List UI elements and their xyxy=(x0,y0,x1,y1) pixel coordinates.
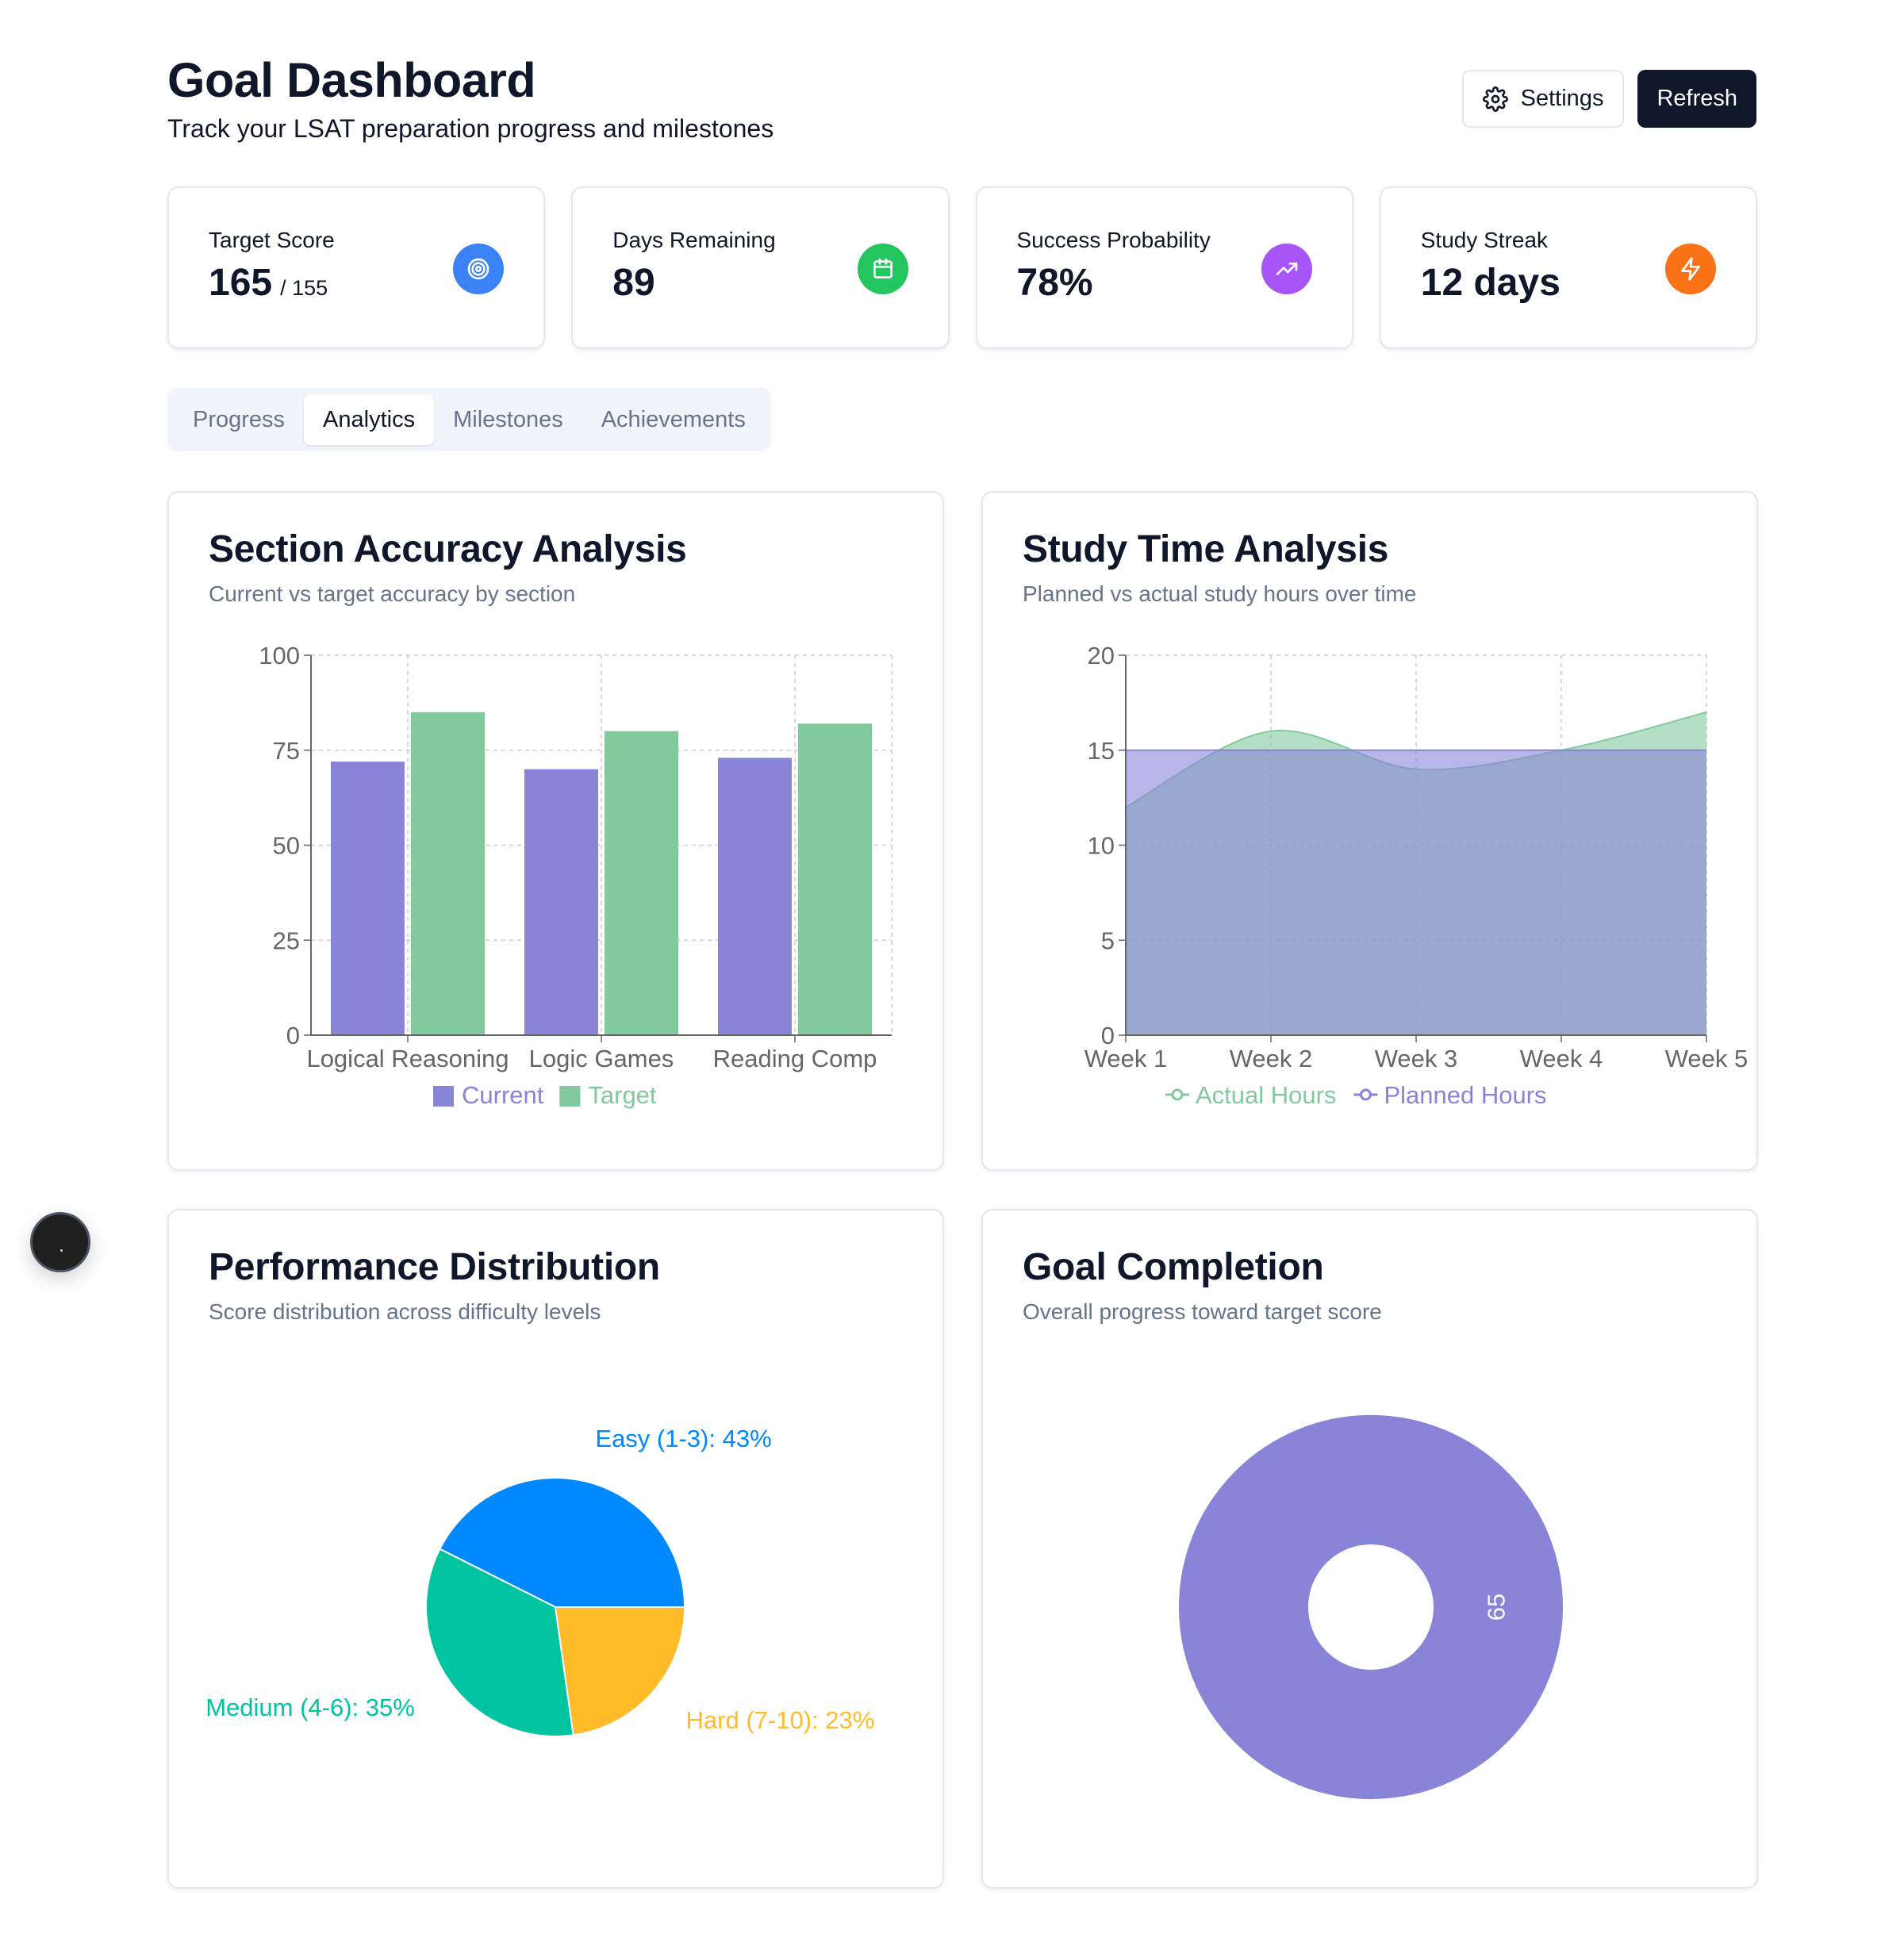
page-header: Goal Dashboard Track your LSAT preparati… xyxy=(167,49,774,144)
legend-dot-icon xyxy=(1359,1088,1372,1101)
y-tick-label: 100 xyxy=(259,642,300,669)
legend-label-actual-hours: Actual Hours xyxy=(1196,1081,1336,1109)
trending-up-icon xyxy=(1261,244,1312,294)
performance-distribution-panel: Performance Distribution Score distribut… xyxy=(167,1209,944,1889)
y-tick-label: 20 xyxy=(1088,642,1115,669)
legend-dot-icon xyxy=(1171,1088,1184,1101)
gear-icon xyxy=(1482,86,1508,112)
study-time-area-chart: 05101520Week 1 Week 2 Week 3 Week 4 Week 5Ac… xyxy=(1084,642,1749,1109)
y-tick-label: 50 xyxy=(273,832,300,860)
pie-slice-label: Medium (4-6): 35% xyxy=(205,1694,415,1721)
y-tick-label: 10 xyxy=(1088,832,1115,860)
stat-cards: Target Score 165/ 155 Days Remaining 89 … xyxy=(167,186,1757,349)
refresh-button[interactable]: Refresh xyxy=(1637,70,1756,128)
calendar-icon xyxy=(857,244,908,294)
floating-action-button[interactable] xyxy=(30,1212,90,1272)
goal-completion-panel: Goal Completion Overall progress toward … xyxy=(981,1209,1758,1889)
y-tick-label: 5 xyxy=(1101,926,1115,954)
x-tick-label: Reading Comp xyxy=(713,1045,877,1072)
pie-slice-label: Easy (1-3): 43% xyxy=(595,1425,771,1452)
y-tick-label: 75 xyxy=(273,737,300,765)
x-tick-label: Week 5 xyxy=(1665,1045,1749,1072)
tab-achievements[interactable]: Achievements xyxy=(582,394,765,445)
bar-target xyxy=(798,723,872,1035)
section-accuracy-bar-chart: Logical Reasoning Logic Games Reading Comp… xyxy=(259,642,892,1109)
pie-slice-label: Hard (7-10): 23% xyxy=(686,1706,875,1734)
bar-current xyxy=(524,769,598,1035)
legend-swatch-current xyxy=(433,1086,454,1107)
bar-current xyxy=(331,762,405,1035)
stat-card-days-remaining: Days Remaining 89 xyxy=(571,186,950,349)
tab-milestones[interactable]: Milestones xyxy=(434,394,582,445)
legend-swatch-target xyxy=(559,1086,581,1107)
target-icon xyxy=(453,244,505,294)
lightning-icon xyxy=(1665,244,1716,294)
x-tick-label: Week 1 xyxy=(1084,1045,1168,1072)
refresh-button-label: Refresh xyxy=(1656,86,1737,111)
stat-card-success-probability: Success Probability 78% xyxy=(975,186,1353,349)
legend-label-target: Target xyxy=(588,1081,657,1109)
goal-completion-donut-chart: 65 xyxy=(1177,1414,1565,1801)
stat-card-target-score: Target Score 165/ 155 xyxy=(167,186,546,349)
dot-icon xyxy=(60,1249,63,1252)
tab-analytics[interactable]: Analytics xyxy=(304,394,435,445)
stat-card-study-streak: Study Streak 12 days xyxy=(1379,186,1757,349)
bar-current xyxy=(718,758,792,1035)
x-tick-label: Week 2 xyxy=(1230,1045,1313,1072)
settings-button[interactable]: Settings xyxy=(1461,70,1625,128)
x-tick-label: Week 4 xyxy=(1520,1045,1603,1072)
study-time-panel: Study Time Analysis Planned vs actual st… xyxy=(981,491,1758,1171)
page-title: Goal Dashboard xyxy=(167,53,536,107)
performance-distribution-pie-chart: Easy (1-3): 43% Medium (4-6): 35% Hard (7-… xyxy=(205,1425,875,1737)
current-score-value: / 155 xyxy=(280,276,328,300)
area-planned-hours xyxy=(1126,750,1706,1035)
bar-target xyxy=(605,731,678,1035)
x-tick-label: Logical Reasoning xyxy=(306,1045,509,1072)
pie-slice xyxy=(554,1606,686,1736)
y-tick-label: 0 xyxy=(286,1022,300,1049)
section-accuracy-panel: Section Accuracy Analysis Current vs tar… xyxy=(167,491,944,1171)
tab-progress[interactable]: Progress xyxy=(174,394,304,445)
x-tick-label: Logic Games xyxy=(529,1045,674,1072)
y-tick-label: 15 xyxy=(1088,737,1115,765)
legend-label-planned-hours: Planned Hours xyxy=(1384,1081,1546,1109)
bar-target xyxy=(411,712,485,1035)
header-actions: Settings Refresh xyxy=(1461,70,1756,128)
x-tick-label: Week 3 xyxy=(1375,1045,1458,1072)
settings-button-label: Settings xyxy=(1520,86,1604,111)
y-tick-label: 25 xyxy=(273,926,300,954)
tab-bar: Progress Analytics Milestones Achievemen… xyxy=(167,388,771,451)
donut-value-label: 65 xyxy=(1483,1594,1511,1621)
page-subtitle: Track your LSAT preparation progress and… xyxy=(167,114,774,143)
target-score-value: 165 xyxy=(209,262,273,304)
legend-label-current: Current xyxy=(462,1081,544,1109)
